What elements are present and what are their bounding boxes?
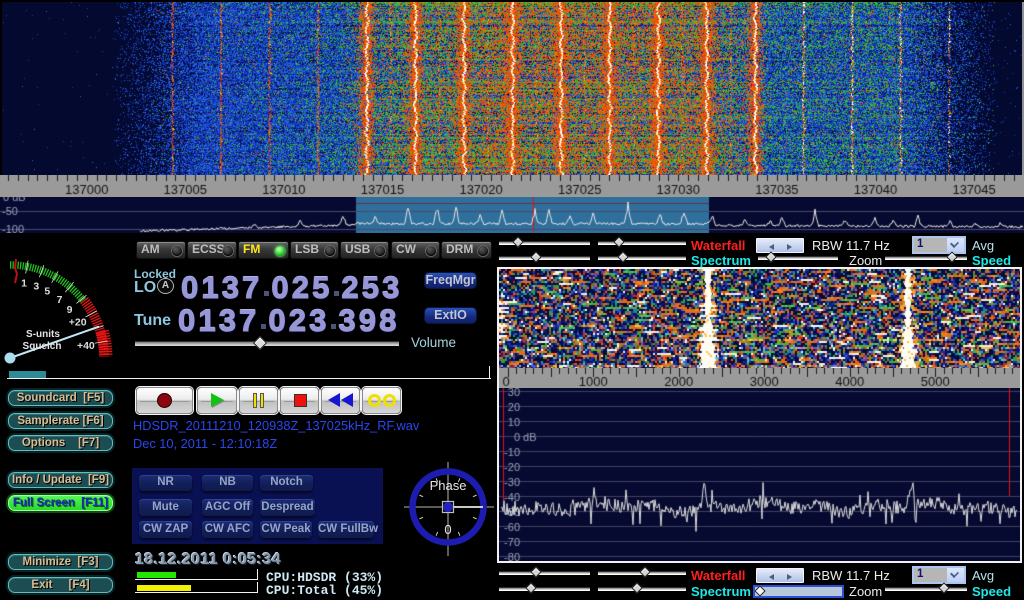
svg-text:0: 0 — [444, 522, 451, 537]
svg-text:9: 9 — [67, 304, 73, 316]
svg-text:7: 7 — [57, 294, 63, 306]
svg-text:1: 1 — [21, 277, 27, 289]
svg-text:+20: +20 — [69, 316, 87, 328]
svg-text:3: 3 — [33, 281, 39, 293]
svg-text:5: 5 — [44, 286, 50, 298]
svg-text:Squelch: Squelch — [23, 341, 62, 352]
svg-text:S-units: S-units — [26, 329, 60, 340]
svg-text:Phase: Phase — [430, 478, 467, 493]
svg-text:+40: +40 — [77, 340, 95, 352]
